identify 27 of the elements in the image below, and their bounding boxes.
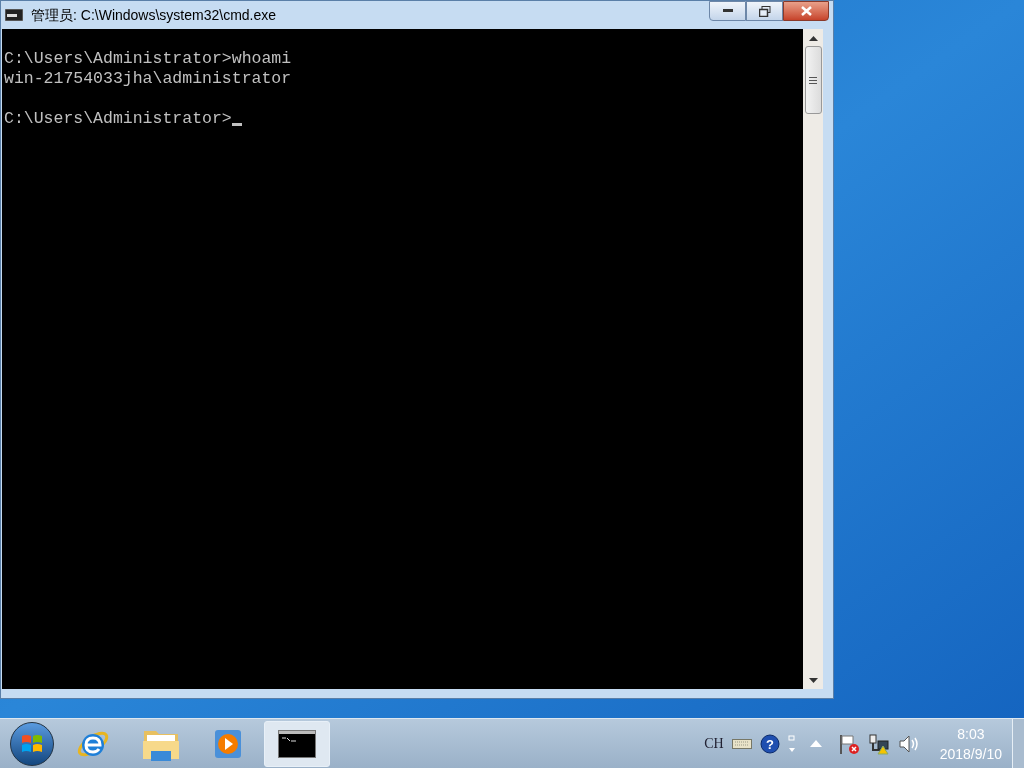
vertical-scrollbar[interactable] (803, 29, 823, 689)
close-button[interactable] (783, 1, 829, 21)
scroll-up-icon (808, 36, 818, 41)
flag-icon[interactable] (837, 732, 860, 755)
grip-icon (809, 76, 817, 84)
network-icon[interactable] (867, 732, 890, 755)
maximize-button[interactable] (746, 1, 783, 21)
taskbar-button[interactable] (264, 720, 330, 767)
start-button[interactable] (10, 721, 54, 766)
console-line: win-21754033jha\administrator (4, 69, 292, 89)
close-icon (800, 6, 812, 16)
console-icon (5, 9, 23, 21)
language-indicator[interactable]: CH (704, 733, 724, 754)
minimize-button[interactable] (709, 1, 746, 21)
console-area[interactable]: C:\Users\Administrator>whoami win-21754033jha\administrator C:\Users\Administrator> (2, 29, 803, 689)
window-title: 管理员: C:\Windows\system32\cmd.exe (31, 5, 277, 25)
scroll-down-icon (808, 678, 818, 683)
keyboard-icon[interactable] (731, 738, 752, 749)
windows-logo-icon (21, 733, 43, 754)
console-icon (278, 729, 316, 758)
minimize-icon (722, 9, 733, 13)
speaker-icon[interactable] (897, 733, 920, 754)
console-line: C:\Users\Administrator>whoami (4, 49, 292, 69)
restore-icon (758, 5, 771, 17)
help-icon[interactable]: ? (759, 733, 780, 754)
console-line: C:\Users\Administrator> (4, 109, 232, 129)
scrollbar-thumb[interactable] (804, 46, 822, 114)
